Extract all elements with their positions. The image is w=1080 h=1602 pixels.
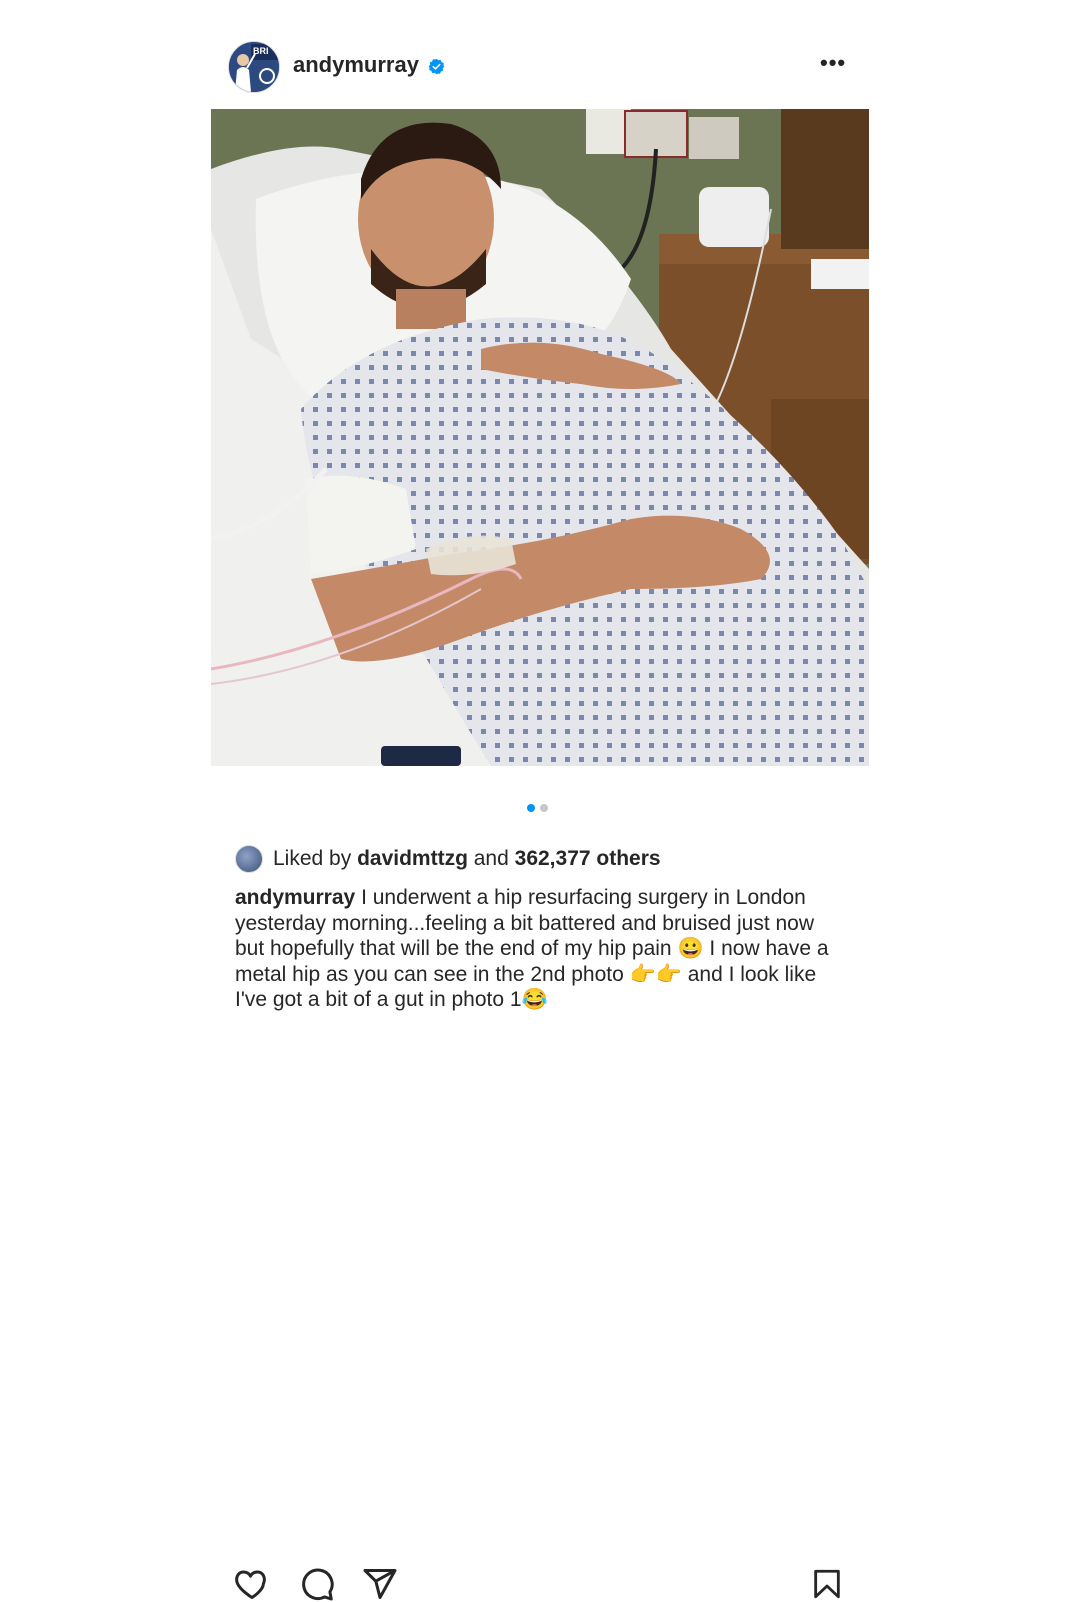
comment-icon[interactable]: [298, 1566, 336, 1602]
carousel-indicator: [527, 799, 553, 817]
liker-username[interactable]: davidmttzg: [357, 847, 468, 870]
header-username[interactable]: andymurray: [293, 52, 419, 78]
verified-badge-icon: [428, 58, 445, 75]
carousel-dot-active[interactable]: [527, 804, 535, 812]
more-options-button[interactable]: •••: [820, 52, 846, 74]
post-caption: andymurray I underwent a hip resurfacing…: [235, 885, 835, 1013]
hospital-bed-photo: [211, 109, 869, 766]
likes-connector: and: [473, 847, 509, 870]
send-icon[interactable]: [361, 1566, 399, 1602]
liker-avatar[interactable]: [235, 845, 263, 873]
bookmark-icon[interactable]: [810, 1566, 844, 1602]
likes-text: Liked by davidmttzg and 362,377 others: [273, 847, 661, 871]
post-header: BRI andymurray •••: [0, 0, 1080, 110]
heart-icon[interactable]: [233, 1566, 271, 1602]
likes-prefix: Liked by: [273, 847, 352, 870]
caption-username[interactable]: andymurray: [235, 886, 355, 909]
profile-avatar[interactable]: BRI: [228, 41, 280, 93]
avatar-badge-text: BRI: [253, 46, 269, 56]
likes-count[interactable]: 362,377 others: [515, 847, 661, 870]
post-image[interactable]: [211, 109, 869, 766]
carousel-dot[interactable]: [540, 804, 548, 812]
